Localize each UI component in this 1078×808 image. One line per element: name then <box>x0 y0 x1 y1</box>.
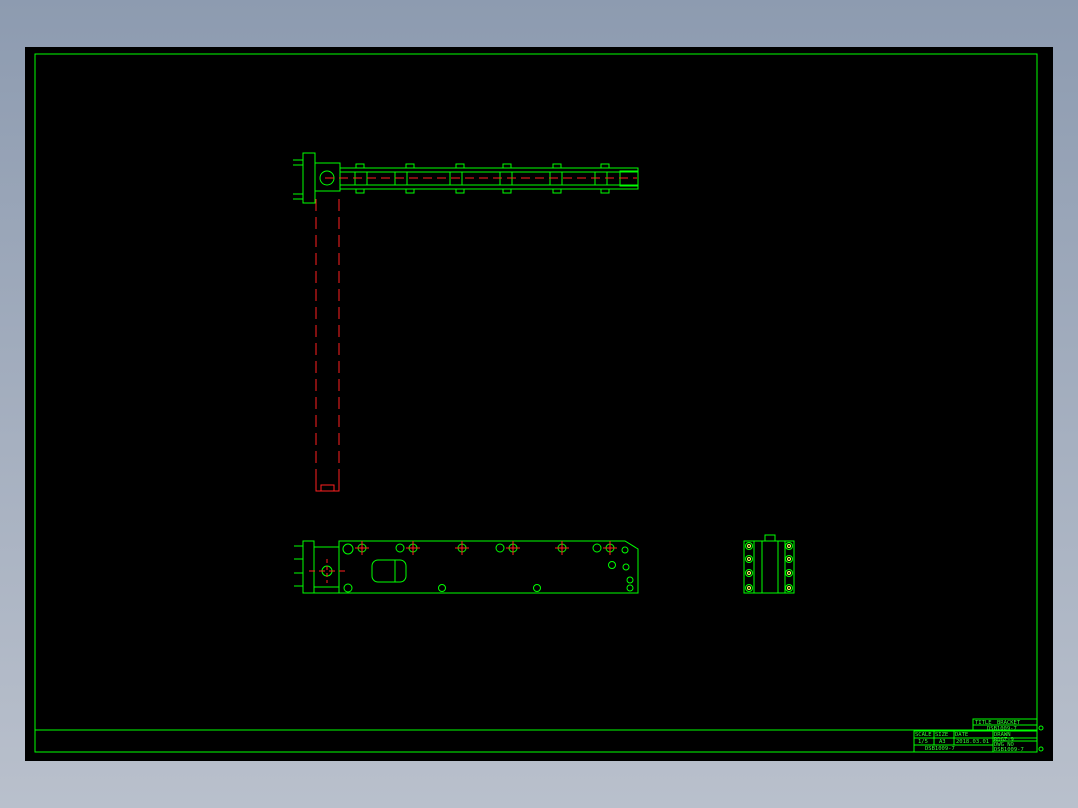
sheet-marker-1 <box>1038 725 1044 731</box>
front-view-mount-plate <box>302 540 315 594</box>
front-view-hole <box>626 576 634 584</box>
front-view-hole <box>438 584 446 592</box>
size-value: A3 <box>939 739 946 745</box>
top-view-bolt-head <box>502 163 512 169</box>
size-label: SIZE <box>935 732 948 738</box>
side-view-hole <box>785 569 793 577</box>
side-view-hole <box>745 584 753 592</box>
top-view-bolt-head <box>600 163 610 169</box>
scale-value: 1/5 <box>918 739 928 745</box>
side-view-hole-center <box>787 544 791 548</box>
side-view-hole <box>745 569 753 577</box>
top-view-bolt-head <box>502 188 512 194</box>
side-view-hole-center <box>747 571 751 575</box>
front-view-hole <box>592 543 602 553</box>
front-view-hole <box>622 563 630 571</box>
side-view-hole <box>785 542 793 550</box>
front-view-hole <box>342 543 354 555</box>
front-view-hole <box>343 583 353 593</box>
side-view-top-tab <box>764 534 776 542</box>
dwg-value: DSB1009-7 <box>994 747 1024 753</box>
front-view-hole <box>626 584 634 592</box>
vertical-arm-phantom <box>315 199 340 487</box>
side-view-hole <box>785 584 793 592</box>
side-view-hole <box>745 555 753 563</box>
top-view-bolt-head <box>355 163 365 169</box>
date-label: DATE <box>955 732 968 738</box>
top-view-bolt-head <box>552 163 562 169</box>
drawing-sheet: TITLE BRACKET DSB1009-7 SCALE 1/5 SIZE A… <box>25 47 1053 761</box>
top-view <box>293 152 639 204</box>
side-view-hole-center <box>747 544 751 548</box>
side-view-hole <box>785 555 793 563</box>
top-view-bolt-head <box>455 163 465 169</box>
front-view-slot <box>371 559 407 583</box>
side-view-hole <box>745 542 753 550</box>
front-view-hole <box>395 543 405 553</box>
front-view-hole <box>495 543 505 553</box>
front-view-hole <box>533 584 541 592</box>
side-view-center-block <box>761 540 779 594</box>
side-view-hole-center <box>787 586 791 590</box>
sheet-marks: DSB1009-7 <box>925 746 955 752</box>
cad-canvas: TITLE BRACKET DSB1009-7 SCALE 1/5 SIZE A… <box>34 53 1044 753</box>
top-view-bolt-head <box>405 188 415 194</box>
inner-frame <box>34 53 1038 753</box>
phantom-bottom-notch <box>320 484 335 491</box>
side-view-hole-center <box>747 557 751 561</box>
side-view-hole-center <box>787 571 791 575</box>
top-view-bolt-head <box>405 163 415 169</box>
top-view-bolt-head <box>600 188 610 194</box>
front-view-hole <box>621 546 629 554</box>
side-view-hole-center <box>747 586 751 590</box>
date-value: 2018.03.01 <box>956 739 989 745</box>
top-view-bolt-head <box>355 188 365 194</box>
side-view-hole-center <box>787 557 791 561</box>
top-view-bolt-head <box>552 188 562 194</box>
scale-label: SCALE <box>915 732 932 738</box>
top-view-mount-boss <box>314 162 341 192</box>
front-view-hole <box>608 561 616 569</box>
sheet-marker-2 <box>1038 746 1044 752</box>
top-view-bolt-head <box>455 188 465 194</box>
top-view-mount-plate <box>302 152 316 204</box>
